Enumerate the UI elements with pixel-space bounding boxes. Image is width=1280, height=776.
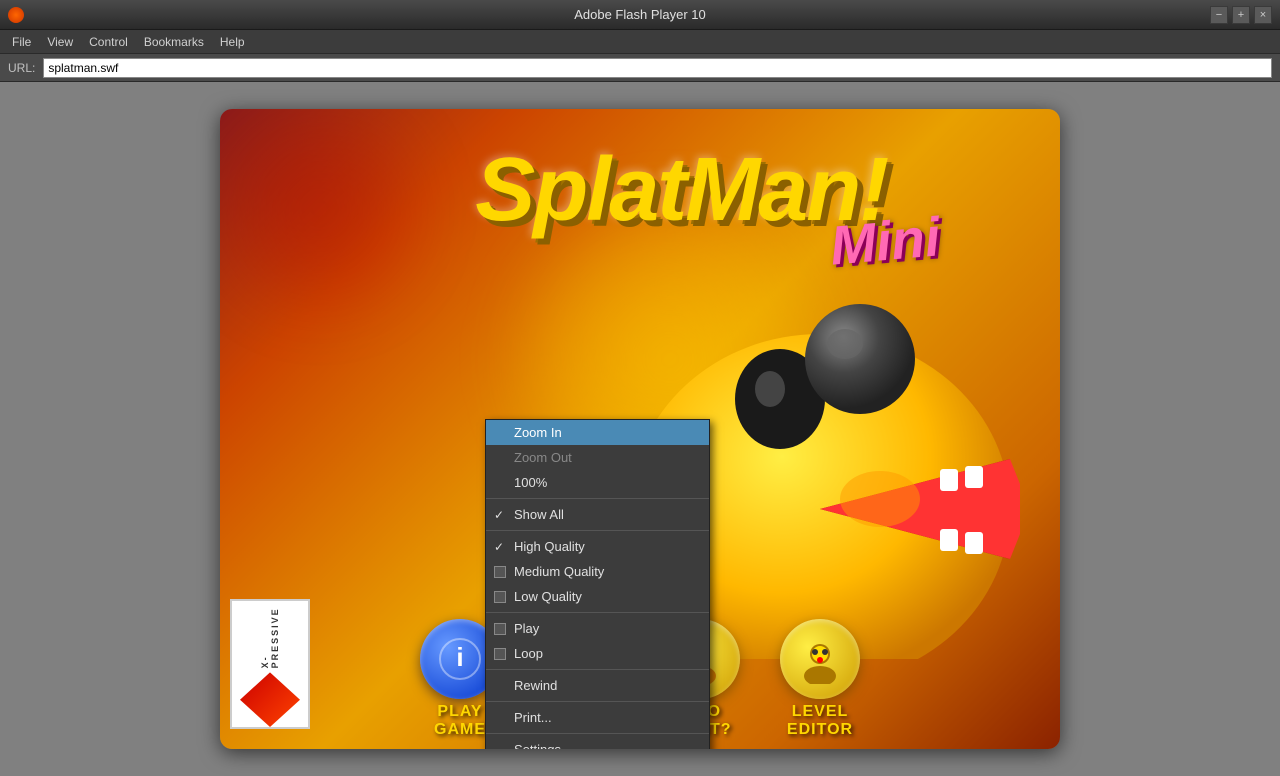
ctx-zoom-out: Zoom Out (486, 445, 709, 470)
ctx-sep-1 (486, 498, 709, 499)
ctx-sep-6 (486, 733, 709, 734)
menu-file[interactable]: File (4, 30, 39, 53)
ctx-loop[interactable]: Loop (486, 641, 709, 666)
window-icon (8, 7, 24, 23)
maximize-button[interactable]: + (1232, 6, 1250, 24)
menu-view[interactable]: View (39, 30, 81, 53)
ctx-play-check (494, 623, 506, 635)
ctx-loop-check (494, 648, 506, 660)
level-editor-label: LEVELEDITOR (787, 703, 853, 739)
ctx-settings[interactable]: Settings... (486, 737, 709, 749)
ctx-rewind[interactable]: Rewind (486, 673, 709, 698)
ctx-play[interactable]: Play (486, 616, 709, 641)
url-input[interactable] (43, 58, 1272, 78)
menu-help[interactable]: Help (212, 30, 253, 53)
game-title: SplatMan! (475, 139, 887, 242)
svg-text:i: i (456, 642, 463, 672)
ctx-print[interactable]: Print... (486, 705, 709, 730)
urlbar: URL: (0, 54, 1280, 82)
menu-bookmarks[interactable]: Bookmarks (136, 30, 212, 53)
ctx-zoom-in[interactable]: Zoom In (486, 420, 709, 445)
minimize-button[interactable]: − (1210, 6, 1228, 24)
level-editor-icon (780, 619, 860, 699)
menu-control[interactable]: Control (81, 30, 136, 53)
ctx-sep-3 (486, 612, 709, 613)
xpressive-text: X-PRESSIVE (260, 601, 280, 668)
context-menu: Zoom In Zoom Out 100% ✓ Show All ✓ High … (485, 419, 710, 749)
titlebar: Adobe Flash Player 10 − + × (0, 0, 1280, 30)
bg-glow-2 (220, 109, 420, 309)
ctx-sep-4 (486, 669, 709, 670)
xpressive-mark (240, 672, 300, 727)
url-label: URL: (8, 61, 35, 75)
ctx-medium-quality-check (494, 566, 506, 578)
ctx-high-quality[interactable]: ✓ High Quality (486, 534, 709, 559)
ctx-show-all-check: ✓ (494, 508, 504, 522)
level-editor-button[interactable]: LEVELEDITOR (760, 619, 880, 739)
ctx-high-quality-check: ✓ (494, 540, 504, 554)
ctx-medium-quality[interactable]: Medium Quality (486, 559, 709, 584)
ctx-sep-5 (486, 701, 709, 702)
close-button[interactable]: × (1254, 6, 1272, 24)
ctx-show-all[interactable]: ✓ Show All (486, 502, 709, 527)
content-area: SplatMan! Mini (0, 82, 1280, 776)
titlebar-left (8, 7, 24, 23)
ctx-low-quality[interactable]: Low Quality (486, 584, 709, 609)
menubar: File View Control Bookmarks Help (0, 30, 1280, 54)
ctx-low-quality-check (494, 591, 506, 603)
xpressive-logo: X-PRESSIVE (230, 599, 310, 729)
window-title: Adobe Flash Player 10 (574, 7, 706, 22)
window-controls[interactable]: − + × (1210, 6, 1272, 24)
ctx-sep-2 (486, 530, 709, 531)
ctx-100[interactable]: 100% (486, 470, 709, 495)
flash-stage: SplatMan! Mini (220, 109, 1060, 749)
play-game-label: PLAYGAME (434, 703, 486, 739)
